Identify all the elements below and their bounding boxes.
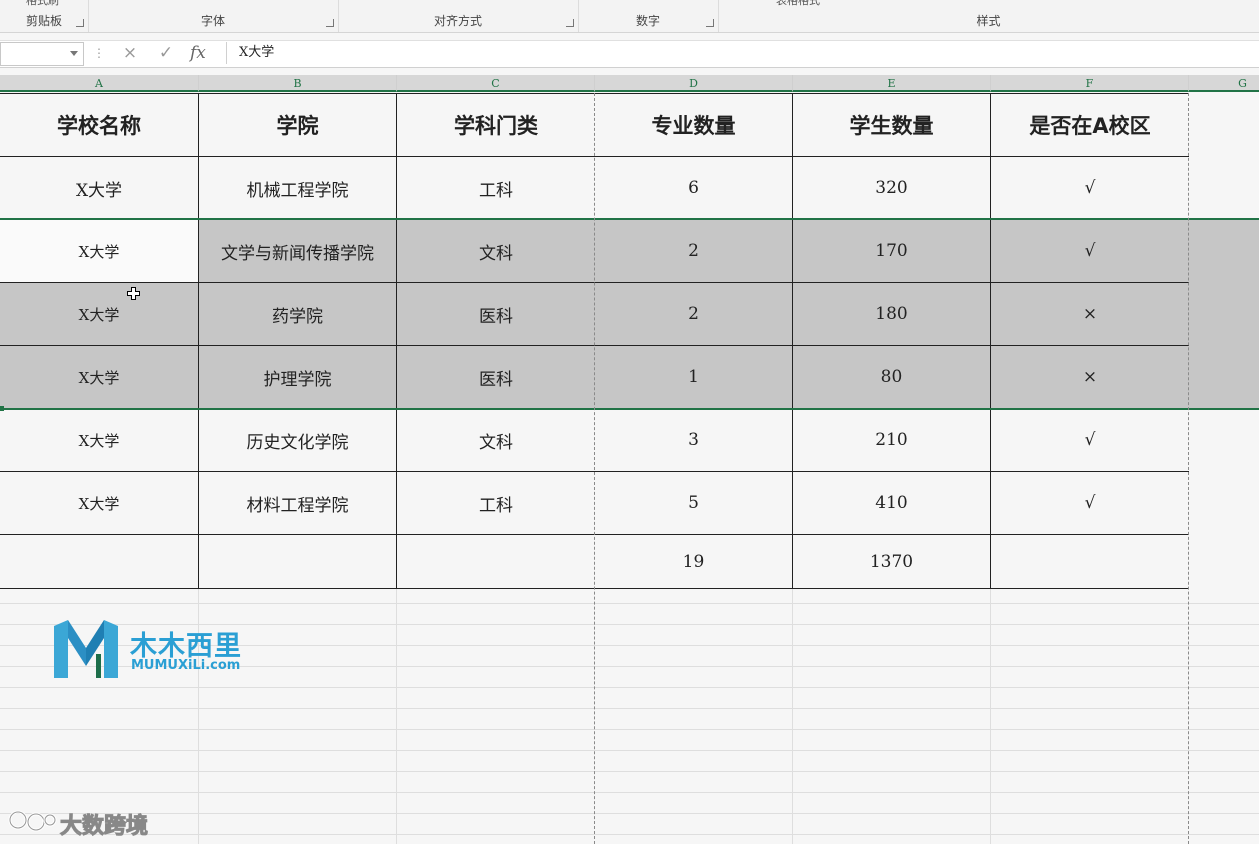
table-cell[interactable]: 机械工程学院 [199,157,396,219]
header-cell-students[interactable]: 学生数量 [793,94,990,156]
header-cell-discipline[interactable]: 学科门类 [397,94,595,156]
mumuxili-logo-icon [54,620,118,678]
page-break-line [594,93,595,844]
fill-handle[interactable] [0,406,4,411]
clipboard-launcher-icon[interactable] [76,19,84,27]
table-cell[interactable]: 3 [595,409,792,471]
table-cell[interactable]: 工科 [397,472,595,534]
worksheet-grid[interactable]: 学校名称 学院 学科门类 专业数量 学生数量 是否在A校区 X大学 机械工程学院… [0,93,1259,844]
total-students-cell[interactable]: 1370 [793,535,990,588]
formula-input[interactable]: X大学 [226,42,1259,64]
formula-bar-grip-icon: ⋮ [93,46,105,60]
table-cell[interactable]: 5 [595,472,792,534]
styles-group: 表格格式 样式 [718,0,1259,32]
column-header-f[interactable]: F [991,75,1189,92]
column-header-g[interactable]: G [1189,75,1259,92]
column-header-c[interactable]: C [397,75,595,92]
font-launcher-icon[interactable] [326,19,334,27]
header-cell-majors[interactable]: 专业数量 [595,94,792,156]
page-break-line [1188,93,1189,844]
number-group: 数字 [578,0,719,32]
table-cell[interactable]: √ [991,472,1189,534]
total-majors-cell[interactable]: 19 [595,535,792,588]
column-header-e[interactable]: E [793,75,991,92]
table-cell[interactable]: X大学 [0,472,198,534]
number-launcher-icon[interactable] [706,19,714,27]
logo-english-text: MUMUXiLi.com [131,658,241,673]
format-as-table-label[interactable]: 表格格式 [776,0,820,8]
alignment-group: 对齐方式 [338,0,579,32]
table-cell[interactable]: 410 [793,472,990,534]
column-header-a[interactable]: A [0,75,199,92]
font-group-label: 字体 [200,14,225,28]
table-cell[interactable]: 工科 [397,157,595,219]
table-cell[interactable]: 210 [793,409,990,471]
table-cell[interactable]: 文科 [397,409,595,471]
chevron-down-icon[interactable] [70,51,78,56]
font-group: 字体 [88,0,339,32]
header-cell-campus-a[interactable]: 是否在A校区 [991,94,1189,156]
table-cell[interactable]: √ [991,409,1189,471]
watermark-logo-icon [8,810,57,832]
column-header-d[interactable]: D [595,75,793,92]
selection-border [0,218,1259,410]
mumuxili-logo: 木木西里 MUMUXiLi.com [52,618,252,682]
table-cell[interactable]: X大学 [0,409,198,471]
styles-group-label: 样式 [976,14,1001,28]
table-cell[interactable]: √ [991,157,1189,219]
formula-bar: ⋮ × ✓ fx X大学 [0,40,1259,68]
number-group-label: 数字 [635,14,660,28]
insert-function-icon[interactable]: fx [190,43,206,63]
table-cell[interactable]: 历史文化学院 [199,409,396,471]
watermark-text: 大数跨境 [59,814,149,840]
alignment-launcher-icon[interactable] [566,19,574,27]
format-painter-label[interactable]: 格式刷 [26,0,59,8]
ribbon: 格式刷 剪贴板 字体 对齐方式 数字 表格格式 样式 [0,0,1259,33]
clipboard-group: 格式刷 剪贴板 [0,0,89,32]
alignment-group-label: 对齐方式 [433,14,482,28]
cell-select-cursor-icon [127,287,140,300]
column-header-b[interactable]: B [199,75,397,92]
name-box[interactable] [0,42,84,66]
table-cell[interactable]: 材料工程学院 [199,472,396,534]
table-cell[interactable]: 320 [793,157,990,219]
check-icon[interactable]: ✓ [152,43,180,63]
header-cell-school[interactable]: 学校名称 [0,94,198,156]
table-cell[interactable]: 6 [595,157,792,219]
cancel-icon[interactable]: × [116,43,144,63]
header-cell-college[interactable]: 学院 [199,94,396,156]
clipboard-group-label: 剪贴板 [25,14,62,28]
watermark: 大数跨境 [8,804,149,840]
table-cell[interactable]: X大学 [0,157,198,219]
